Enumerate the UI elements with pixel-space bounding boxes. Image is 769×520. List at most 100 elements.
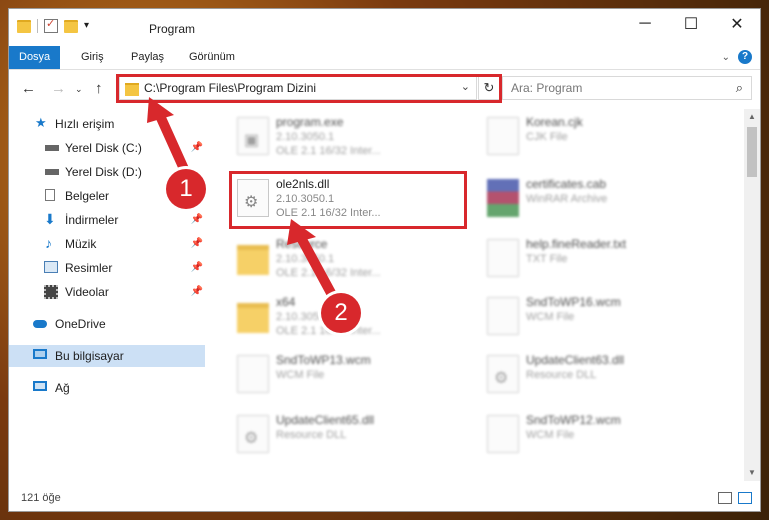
folder-icon [237, 245, 269, 275]
rar-icon [487, 179, 519, 217]
maximize-button[interactable]: ☐ [668, 9, 714, 39]
picture-icon [44, 261, 58, 273]
file-name: certificates.cab [526, 177, 607, 191]
pin-icon[interactable]: 📌 [191, 137, 203, 159]
file-name: SndToWP13.wcm [276, 353, 371, 367]
exe-icon: ▣ [237, 117, 269, 155]
navigation-pane: ★ Hızlı erişim Yerel Disk (C:) 📌 Yerel D… [9, 109, 205, 481]
sidebar-item-label: Resimler [65, 261, 113, 275]
list-item[interactable]: SndToWP16.wcm WCM File [479, 291, 719, 343]
address-row: ← → ⌄ ↑ C:\Program Files\Program Dizini … [9, 71, 760, 105]
help-icon[interactable]: ? [738, 50, 752, 64]
file-name: x64 [276, 295, 296, 309]
sidebar-item-onedrive[interactable]: OneDrive [9, 313, 205, 335]
new-folder-icon[interactable] [64, 19, 78, 33]
tab-file[interactable]: Dosya [9, 46, 61, 69]
properties-icon[interactable] [44, 17, 58, 33]
list-item[interactable]: ⚙ UpdateClient65.dll Resource DLL [229, 409, 469, 461]
file-name: Korean.cjk [526, 115, 583, 129]
computer-icon [33, 349, 47, 359]
pin-icon[interactable]: 📌 [191, 209, 203, 231]
address-highlight [116, 74, 502, 103]
pin-icon[interactable]: 📌 [191, 233, 203, 255]
file-type: WCM File [276, 369, 325, 381]
list-item[interactable]: SndToWP12.wcm WCM File [479, 409, 719, 461]
callout-1: 1 [166, 169, 206, 209]
back-arrow-icon[interactable]: ← [21, 80, 36, 97]
sidebar-item-this-pc[interactable]: Bu bilgisayar [9, 345, 205, 367]
network-icon [33, 381, 47, 391]
file-type: WinRAR Archive [526, 193, 608, 205]
scroll-down-icon[interactable]: ▼ [744, 465, 760, 481]
music-icon: ♪ [45, 235, 52, 251]
tab-share[interactable]: Paylaş [121, 46, 174, 69]
close-button[interactable]: ✕ [714, 9, 760, 39]
folder-icon [237, 303, 269, 333]
pin-icon[interactable]: 📌 [191, 281, 203, 303]
file-list: ▣ program.exe 2.10.3050.1 OLE 2.1 16/32 … [209, 109, 741, 481]
file-name: program.exe [276, 115, 344, 129]
list-item[interactable]: Resource 2.10.3050.1 OLE 2.1 16/32 Inter… [229, 233, 469, 285]
file-highlight [229, 171, 467, 229]
window-title: Program [149, 22, 196, 36]
list-item[interactable]: SndToWP13.wcm WCM File [229, 349, 469, 401]
sidebar-item-network[interactable]: Ağ [9, 377, 205, 399]
tab-home[interactable]: Giriş [71, 46, 114, 69]
status-bar: 121 öğe [9, 487, 760, 511]
folder-icon [17, 19, 31, 33]
list-item[interactable]: Korean.cjk CJK File [479, 111, 719, 163]
minimize-button[interactable]: ─ [622, 9, 668, 39]
scroll-thumb[interactable] [747, 127, 757, 177]
file-icon [237, 355, 269, 393]
list-item[interactable]: ▣ program.exe 2.10.3050.1 OLE 2.1 16/32 … [229, 111, 469, 163]
sidebar-item-label: OneDrive [55, 317, 106, 331]
forward-arrow-icon[interactable]: → [51, 80, 66, 97]
drive-icon [45, 145, 59, 151]
callout-2: 2 [321, 293, 361, 333]
sidebar-item-label: Bu bilgisayar [55, 349, 124, 363]
sidebar-item-label: Ağ [55, 381, 70, 395]
file-type: Resource DLL [526, 369, 597, 381]
details-view-icon[interactable] [718, 492, 732, 504]
file-version: 2.10.3050.1 [276, 131, 335, 143]
list-item[interactable]: ⚙ UpdateClient63.dll Resource DLL [479, 349, 719, 401]
file-description: OLE 2.1 16/32 Inter... [276, 145, 381, 157]
up-arrow-icon[interactable]: ↑ [95, 80, 103, 97]
sidebar-item-music[interactable]: ♪ Müzik 📌 [9, 233, 205, 255]
video-icon [44, 285, 58, 299]
document-icon [45, 189, 55, 201]
tab-view[interactable]: Görünüm [179, 46, 245, 69]
file-description: OLE 2.1 16/32 Inter... [276, 267, 381, 279]
list-item[interactable]: help.fineReader.txt TXT File [479, 233, 719, 285]
file-type: WCM File [526, 311, 575, 323]
scroll-up-icon[interactable]: ▲ [744, 109, 760, 125]
file-icon [487, 117, 519, 155]
recent-locations-icon[interactable]: ⌄ [75, 84, 83, 95]
file-name: UpdateClient65.dll [276, 413, 375, 427]
search-icon[interactable]: ⌕ [736, 80, 743, 96]
file-name: SndToWP12.wcm [526, 413, 621, 427]
sidebar-item-label: Yerel Disk (C:) [65, 141, 142, 155]
expand-ribbon-icon[interactable]: ⌄ [722, 52, 730, 63]
sidebar-item-videos[interactable]: Videolar 📌 [9, 281, 205, 303]
sidebar-item-label: Yerel Disk (D:) [65, 165, 142, 179]
search-box[interactable]: Ara: Program ⌕ [502, 76, 752, 100]
search-placeholder: Ara: Program [511, 81, 583, 95]
file-icon [487, 239, 519, 277]
sidebar-item-quick-access[interactable]: ★ Hızlı erişim [9, 113, 205, 135]
sidebar-item-drive-c[interactable]: Yerel Disk (C:) 📌 [9, 137, 205, 159]
vertical-scrollbar[interactable]: ▲ ▼ [744, 109, 760, 481]
dll-icon: ⚙ [237, 415, 269, 453]
customize-toolbar-icon[interactable]: ▾ [84, 19, 98, 33]
list-item[interactable]: certificates.cab WinRAR Archive [479, 173, 719, 225]
pin-icon[interactable]: 📌 [191, 257, 203, 279]
drive-icon [45, 169, 59, 175]
file-type: WCM File [526, 429, 575, 441]
sidebar-item-pictures[interactable]: Resimler 📌 [9, 257, 205, 279]
file-name: help.fineReader.txt [526, 237, 627, 251]
large-icons-view-icon[interactable] [738, 492, 752, 504]
download-icon: ⬇ [44, 211, 56, 227]
sidebar-item-downloads[interactable]: ⬇ İndirmeler 📌 [9, 209, 205, 231]
item-count: 121 öğe [21, 492, 61, 504]
sidebar-item-label: Videolar [65, 285, 109, 299]
